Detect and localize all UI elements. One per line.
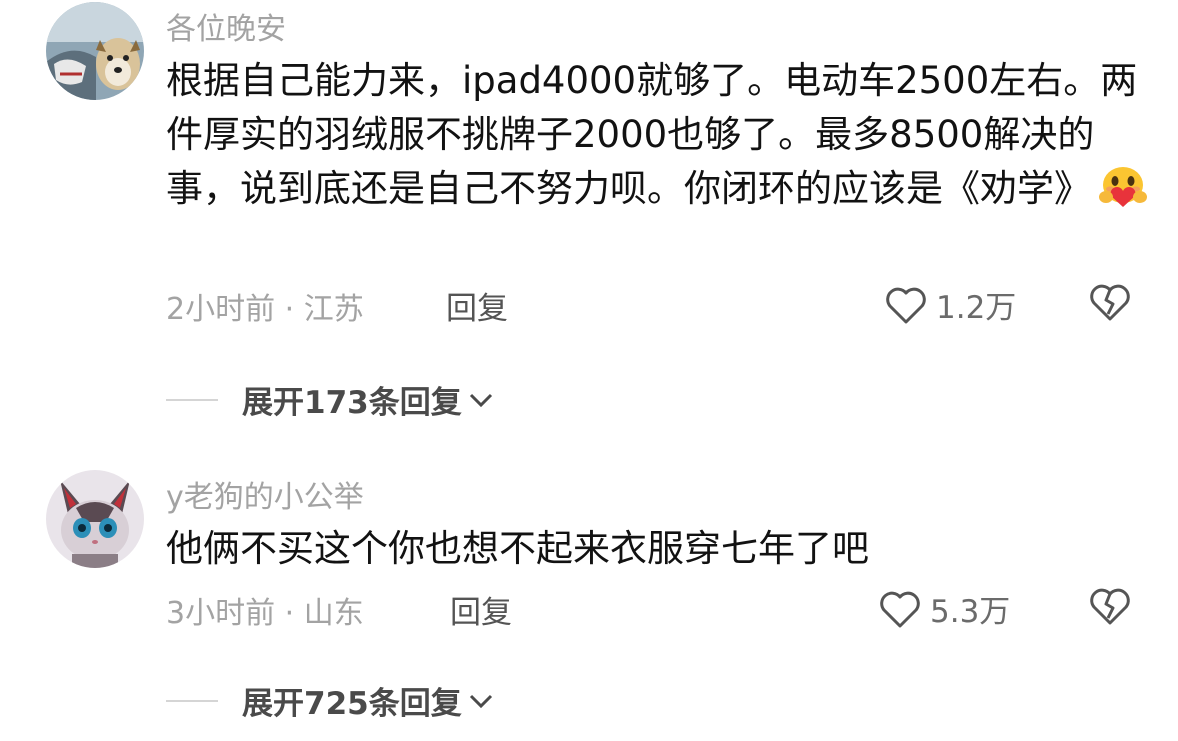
comment-item: 各位晚安 根据自己能力来，ipad4000就够了。电动车2500左右。两件厚实的… bbox=[0, 0, 1178, 440]
comment-text: 根据自己能力来，ipad4000就够了。电动车2500左右。两件厚实的羽绒服不挑… bbox=[166, 54, 1156, 216]
expand-replies-label: 展开725条回复 bbox=[242, 686, 462, 722]
avatar-image bbox=[46, 470, 144, 568]
comment-text: 他俩不买这个你也想不起来衣服穿七年了吧 bbox=[166, 522, 1156, 576]
like-count: 1.2万 bbox=[936, 290, 1017, 326]
broken-heart-icon[interactable] bbox=[1088, 585, 1132, 627]
chevron-down-icon bbox=[469, 393, 492, 407]
comment-text-content: 他俩不买这个你也想不起来衣服穿七年了吧 bbox=[166, 527, 869, 570]
like-count: 5.3万 bbox=[930, 594, 1011, 630]
avatar[interactable] bbox=[46, 2, 144, 100]
expand-replies-button[interactable]: 展开725条回复 bbox=[166, 678, 496, 723]
avatar[interactable] bbox=[46, 470, 144, 568]
expand-replies-button[interactable]: 展开173条回复 bbox=[166, 377, 496, 422]
comment-item: y老狗的小公举 他俩不买这个你也想不起来衣服穿七年了吧 3小时前 · 山东 回复… bbox=[0, 460, 1178, 741]
username[interactable]: 各位晚安 bbox=[166, 4, 286, 48]
divider-line bbox=[166, 398, 218, 401]
broken-heart-icon[interactable] bbox=[1088, 281, 1132, 323]
reply-button[interactable]: 回复 bbox=[446, 283, 508, 328]
comment-meta: 2小时前 · 江苏 bbox=[166, 292, 364, 327]
like-button[interactable]: 5.3万 bbox=[878, 586, 1010, 631]
like-button[interactable]: 1.2万 bbox=[884, 282, 1016, 327]
heart-outline-icon bbox=[880, 591, 920, 627]
expand-replies-label: 展开173条回复 bbox=[242, 385, 462, 421]
comment-text-content: 根据自己能力来，ipad4000就够了。电动车2500左右。两件厚实的羽绒服不挑… bbox=[166, 59, 1138, 210]
comment-meta: 3小时前 · 山东 bbox=[166, 596, 364, 631]
hugging-face-emoji-icon bbox=[1099, 167, 1147, 207]
divider-line bbox=[166, 699, 218, 702]
avatar-image bbox=[46, 2, 144, 100]
username[interactable]: y老狗的小公举 bbox=[166, 472, 364, 516]
chevron-down-icon bbox=[469, 694, 492, 708]
heart-outline-icon bbox=[886, 287, 926, 323]
reply-button[interactable]: 回复 bbox=[450, 587, 512, 632]
